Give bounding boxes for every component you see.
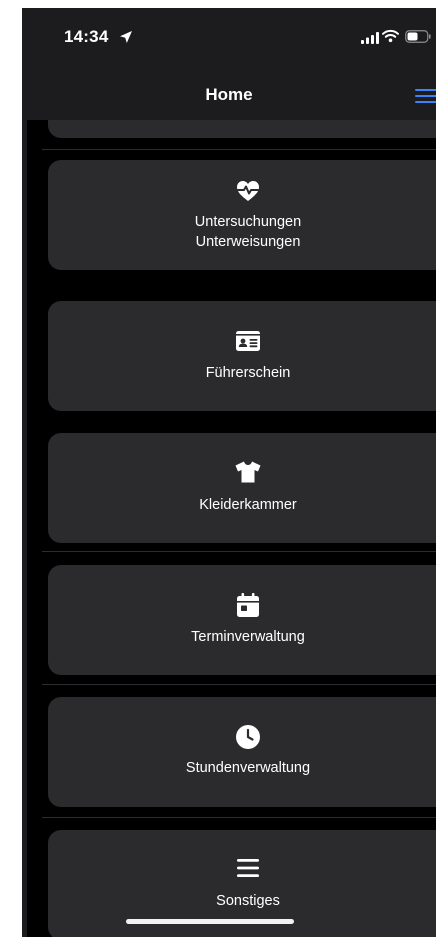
page-title: Home	[205, 85, 253, 104]
wifi-icon	[382, 29, 399, 48]
menu-card-untersuchungen[interactable]: Untersuchungen Unterweisungen	[48, 160, 436, 270]
menu-card-label-line: Unterweisungen	[195, 234, 301, 250]
menu-card-label-line: Führerschein	[205, 365, 291, 381]
side-strip	[22, 120, 27, 937]
status-bar: 14:34	[22, 8, 436, 70]
menu-card-label-line: Kleiderkammer	[199, 497, 297, 513]
heart-pulse-icon	[48, 180, 436, 202]
menu-card-label-line: Sonstiges	[216, 893, 280, 909]
menu-card-label-line: Untersuchungen	[194, 214, 302, 230]
divider	[42, 684, 436, 685]
divider	[42, 817, 436, 818]
menu-card-label: Sonstiges	[48, 891, 436, 911]
navigation-bar: Home	[22, 70, 436, 120]
menu-card-label: Kleiderkammer	[48, 495, 436, 515]
bars-icon	[48, 858, 436, 878]
menu-card-label: Stundenverwaltung	[48, 758, 436, 778]
hamburger-menu-icon	[415, 89, 436, 103]
id-card-icon	[48, 331, 436, 351]
menu-card-kleiderkammer[interactable]: Kleiderkammer	[48, 433, 436, 543]
tshirt-icon	[48, 461, 436, 483]
phone-screen: 14:34 Home Untersuchungen Unterweisungen…	[22, 8, 436, 937]
clock-icon	[48, 725, 436, 749]
menu-card-terminverwaltung[interactable]: Terminverwaltung	[48, 565, 436, 675]
menu-card-label: Untersuchungen Unterweisungen	[48, 212, 436, 252]
menu-list[interactable]: Untersuchungen Unterweisungen Führersche…	[22, 120, 436, 937]
home-indicator[interactable]	[126, 919, 294, 924]
status-time: 14:34	[64, 27, 109, 46]
cellular-signal-icon	[361, 31, 379, 49]
menu-card-label: Führerschein	[48, 363, 436, 383]
menu-button[interactable]	[415, 87, 436, 105]
menu-card-label-line: Terminverwaltung	[191, 629, 305, 645]
menu-card-label: Terminverwaltung	[48, 627, 436, 647]
calendar-icon	[48, 593, 436, 617]
divider	[42, 149, 436, 150]
menu-card-partial[interactable]	[48, 120, 436, 138]
menu-card-stundenverwaltung[interactable]: Stundenverwaltung	[48, 697, 436, 807]
menu-card-label-line: Stundenverwaltung	[185, 760, 311, 776]
divider	[42, 551, 436, 552]
menu-card-fuehrerschein[interactable]: Führerschein	[48, 301, 436, 411]
battery-icon	[405, 30, 431, 48]
location-arrow-icon	[119, 30, 133, 49]
